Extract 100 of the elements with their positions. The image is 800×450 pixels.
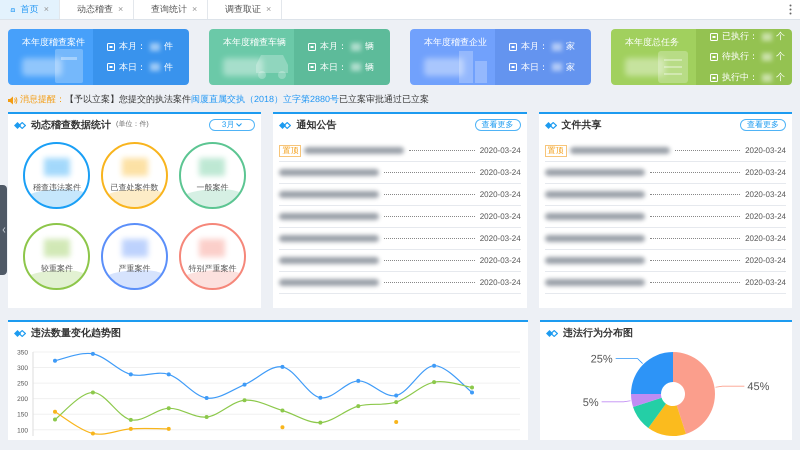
panel-title: 违法行为分布图: [563, 326, 633, 340]
circle-label: 特别严重案件: [188, 262, 236, 274]
card-title: 本年度稽查企业: [424, 36, 488, 49]
card-title: 本年度稽查车辆: [223, 36, 287, 49]
chevron-left-icon: [2, 227, 6, 233]
date: 2020-03-24: [745, 166, 786, 178]
blurred-value: [199, 158, 226, 176]
data-point: [280, 364, 284, 369]
data-point: [90, 352, 95, 356]
more-icon: [789, 4, 792, 15]
stat-label: 已执行：: [722, 30, 758, 43]
stat-label: 执行中：: [722, 70, 758, 84]
case-link[interactable]: 闽厦直属交执（2018）立字第2880号: [191, 94, 340, 104]
date: 2020-03-24: [480, 144, 521, 156]
stat-unit: 辆: [365, 60, 374, 74]
speaker-icon: [8, 96, 18, 104]
data-point: [128, 426, 133, 431]
blurred-value: [122, 158, 148, 176]
data-point: [432, 380, 436, 384]
tab-label: 首页: [20, 2, 39, 16]
close-icon[interactable]: ×: [266, 2, 272, 16]
calendar-icon: [308, 63, 316, 72]
calendar-icon: [308, 42, 316, 51]
blurred-value: [44, 238, 70, 256]
tab[interactable]: 首页 ×: [0, 0, 60, 19]
stat-label: 本月：: [320, 40, 347, 53]
data-point: [166, 406, 171, 410]
diamond-icon: [14, 122, 26, 128]
data-point: [53, 418, 57, 422]
blurred-value: [762, 74, 772, 82]
calendar-icon: [509, 63, 517, 72]
date: 2020-03-24: [480, 210, 521, 222]
calendar-icon: [509, 42, 517, 51]
data-point: [242, 398, 247, 402]
data-point: [166, 426, 171, 431]
date: 2020-03-24: [480, 166, 521, 178]
month-label: 3月: [222, 119, 234, 131]
stat-unit: 个: [776, 70, 785, 84]
date: 2020-03-24: [480, 188, 521, 200]
diamond-icon: [279, 122, 292, 128]
panel-title: 违法数量变化趋势图: [31, 326, 121, 340]
panel-title: 通知公告: [296, 118, 336, 132]
data-point: [356, 404, 360, 408]
stat-unit: 辆: [365, 40, 374, 53]
chevron-down-icon: [236, 123, 242, 127]
leader-line: [715, 386, 745, 388]
date: 2020-03-24: [480, 232, 521, 244]
stat-unit: 件: [164, 60, 173, 74]
blurred-value: [552, 63, 562, 72]
percent-label: 25%: [590, 354, 613, 366]
pinned-tag: 置顶: [279, 144, 302, 156]
data-point: [242, 382, 247, 387]
blurred-value: [199, 238, 226, 256]
data-point: [204, 415, 209, 420]
circle-label: 较重案件: [40, 262, 73, 274]
tab-label: 查询统计: [151, 2, 187, 16]
diamond-icon: [14, 330, 26, 336]
date: 2020-03-24: [745, 188, 786, 200]
collapse-handle[interactable]: [0, 185, 7, 275]
view-more-button[interactable]: 查看更多: [474, 119, 521, 131]
date: 2020-03-24: [745, 232, 786, 244]
stat-unit: 个: [776, 50, 785, 64]
close-icon[interactable]: ×: [44, 2, 49, 16]
panel-title: 动态稽查数据统计: [31, 118, 111, 132]
close-icon[interactable]: ×: [192, 2, 198, 16]
pinned-tag: 置顶: [544, 144, 567, 156]
close-icon[interactable]: ×: [118, 2, 124, 16]
diamond-icon: [544, 122, 557, 128]
panel-title: 文件共享: [562, 118, 602, 132]
calendar-icon: [710, 74, 718, 82]
leader-line: [601, 400, 631, 402]
data-point: [432, 364, 436, 368]
calendar-icon: [710, 53, 718, 61]
data-point: [280, 408, 284, 412]
data-point: [318, 420, 322, 425]
stat-label: 待执行：: [722, 50, 758, 64]
data-point: [53, 358, 57, 363]
percent-label: 45%: [747, 381, 770, 394]
month-dropdown[interactable]: 3月: [208, 119, 256, 131]
stat-unit: 家: [566, 40, 575, 53]
notice-label: 消息提醒：: [20, 93, 65, 106]
stat-unit: 个: [776, 30, 785, 43]
data-point: [394, 394, 398, 398]
view-more-button[interactable]: 查看更多: [740, 119, 786, 131]
data-point: [394, 400, 398, 404]
data-point: [356, 378, 360, 383]
circle-label: 一般案件: [196, 182, 228, 194]
date: 2020-03-24: [745, 254, 786, 266]
data-point: [128, 372, 133, 376]
blurred-value: [351, 42, 361, 51]
stat-unit: 件: [164, 40, 173, 53]
card-title: 本年度总任务: [625, 36, 680, 49]
data-point: [128, 418, 133, 422]
date: 2020-03-24: [745, 210, 786, 222]
stat-label: 本月：: [119, 40, 146, 53]
card-title: 本年度稽查案件: [22, 36, 86, 49]
date: 2020-03-24: [745, 144, 786, 156]
date: 2020-03-24: [480, 254, 521, 266]
leader-line: [615, 358, 643, 364]
tab-label: 调查取证: [225, 2, 261, 16]
